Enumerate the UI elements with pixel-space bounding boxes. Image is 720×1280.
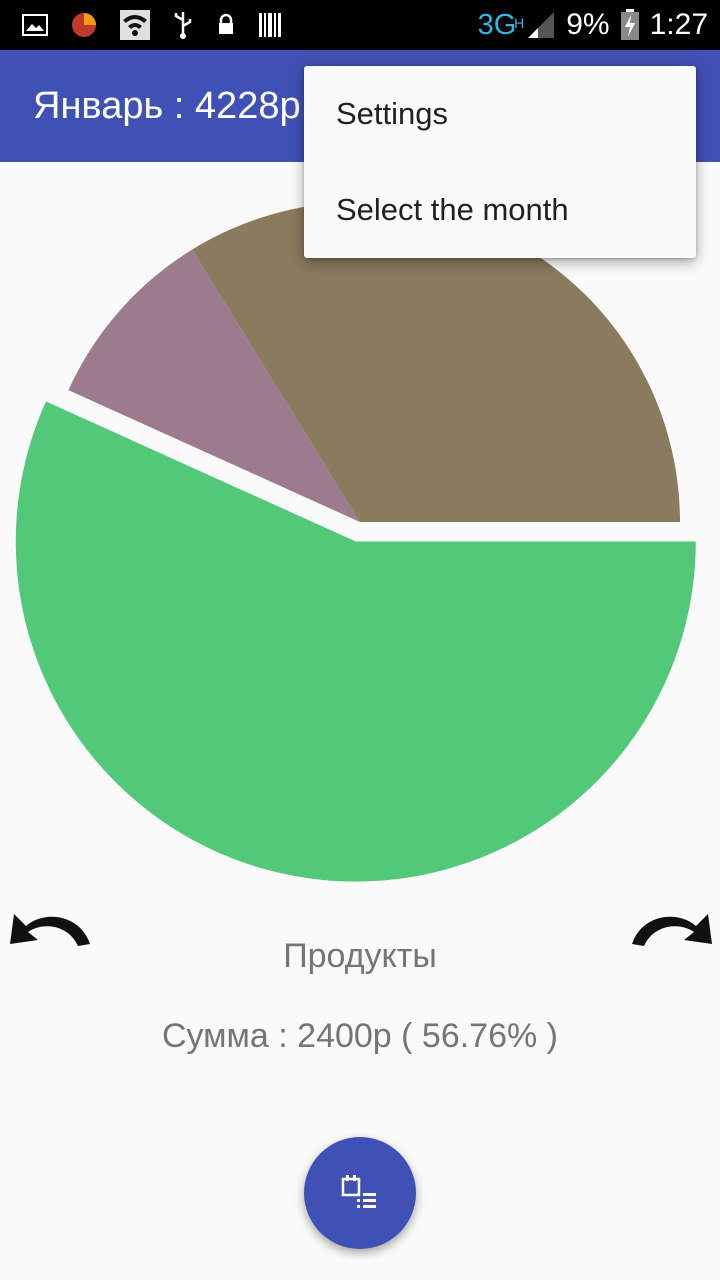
overflow-menu: Settings Select the month [304,66,696,258]
pie-slices [15,202,696,882]
app-notification-icon [72,13,96,37]
lock-icon [219,13,233,34]
category-name: Продукты [283,937,437,975]
menu-item-select-month[interactable]: Select the month [304,162,696,258]
image-icon [22,14,48,36]
calendar-list-icon [341,1175,376,1208]
menu-item-label: Settings [336,96,449,131]
usb-icon [174,12,192,39]
menu-item-settings[interactable]: Settings [304,66,696,162]
status-bar: 3G H 9% 1:27 [0,0,720,50]
system-icons: 3G H 9% 1:27 [478,6,708,44]
select-month-fab[interactable] [304,1137,416,1249]
barcode-icon [259,13,281,37]
screen: 3G H 9% 1:27 Январь : 4228р Продукты Сум… [0,0,720,1280]
page-title: Январь : 4228р [33,85,301,127]
pie-chart[interactable] [0,162,720,882]
notification-icons [22,8,282,42]
signal-icon [528,12,555,38]
network-type: 3G H [477,9,525,41]
clock: 1:27 [649,8,708,41]
category-sum: Сумма : 2400р ( 56.76% ) [161,1017,558,1055]
wifi-icon [120,10,150,40]
battery-charging-icon [620,9,639,40]
menu-item-label: Select the month [336,192,569,227]
battery-percent: 9% [566,8,610,41]
